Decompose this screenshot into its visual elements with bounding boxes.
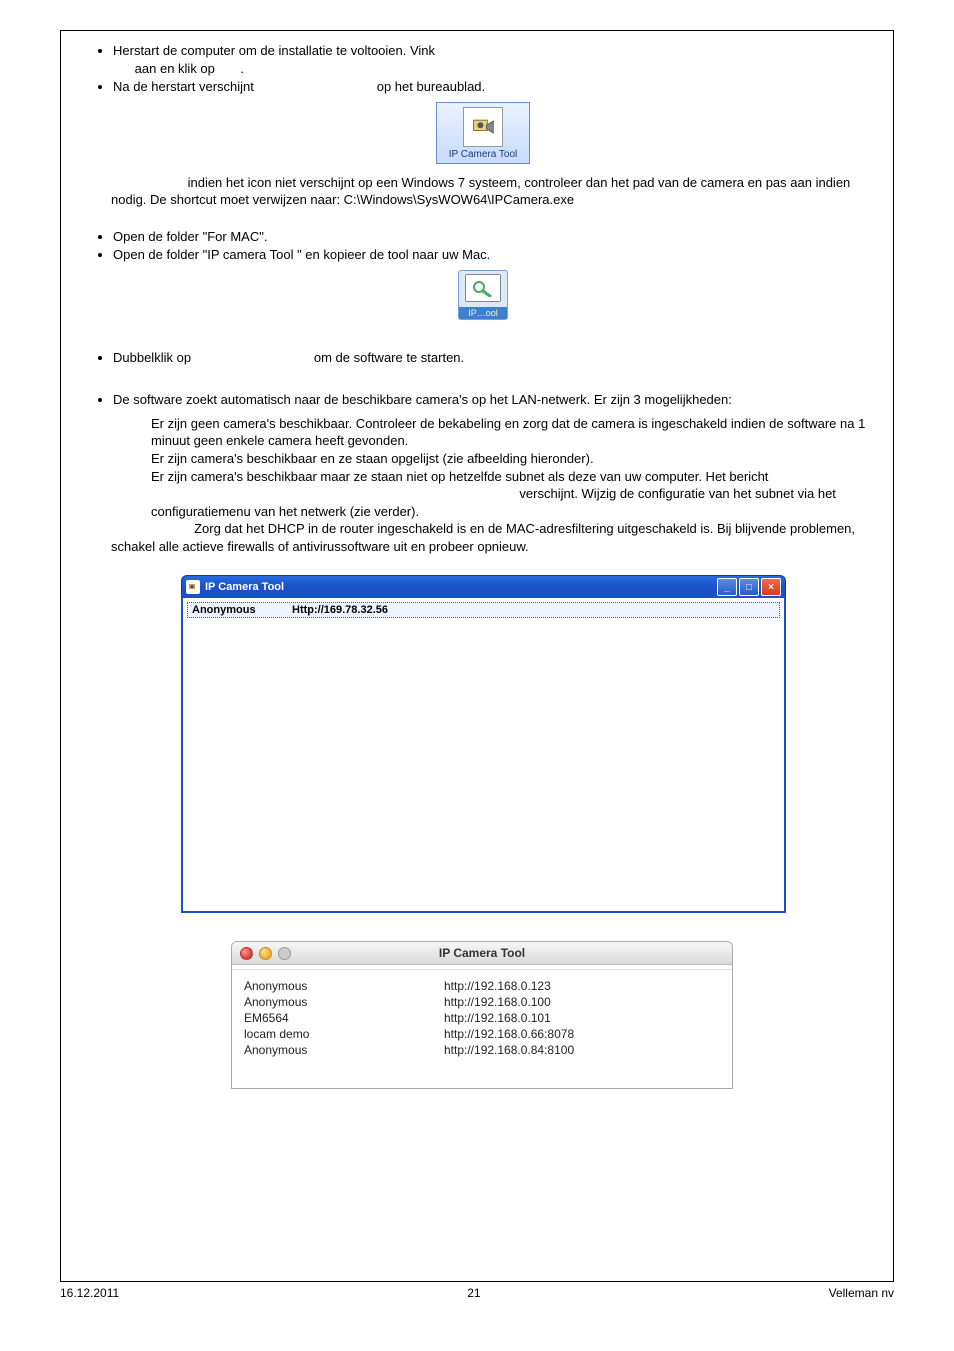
possibility-2: Er zijn camera's beschikbaar en ze staan… bbox=[151, 450, 875, 468]
bullet-open-mac-folder: Open de folder "For MAC". bbox=[113, 228, 875, 246]
xp-ip-camera-tool-window: IP Camera Tool _ □ × Anonymous Http://16… bbox=[181, 575, 786, 913]
xp-titlebar: IP Camera Tool _ □ × bbox=[181, 575, 786, 598]
text: om de software te starten. bbox=[314, 350, 464, 365]
mac-ip-camera-tool-window: IP Camera Tool Anonymoushttp://192.168.0… bbox=[231, 941, 733, 1089]
mac-body: Anonymoushttp://192.168.0.123 Anonymoush… bbox=[232, 970, 732, 1088]
camera-url: http://192.168.0.100 bbox=[444, 994, 574, 1010]
text: Herstart de computer om de installatie t… bbox=[113, 43, 435, 58]
camera-url: http://192.168.0.101 bbox=[444, 1010, 574, 1026]
possibilities: Er zijn geen camera's beschikbaar. Contr… bbox=[151, 415, 875, 520]
window-title: IP Camera Tool bbox=[205, 581, 717, 593]
app-icon bbox=[186, 580, 200, 594]
camera-url: http://192.168.0.66:8078 bbox=[444, 1026, 574, 1042]
win-desktop-icon: IP Camera Tool bbox=[91, 102, 875, 164]
window-title: IP Camera Tool bbox=[232, 946, 732, 960]
note-dhcp: Zorg dat het DHCP in de router ingeschak… bbox=[111, 520, 875, 555]
maximize-button[interactable]: □ bbox=[739, 578, 759, 596]
text: . bbox=[240, 61, 244, 76]
tool-icon bbox=[471, 279, 495, 297]
xp-body: Anonymous Http://169.78.32.56 bbox=[181, 598, 786, 913]
page-footer: 16.12.2011 21 Velleman nv bbox=[60, 1286, 894, 1300]
bullet-after-restart: Na de herstart verschijnt op het bureaub… bbox=[113, 78, 875, 96]
mac-desktop-icon: IP…ool bbox=[91, 270, 875, 320]
text: verschijnt. Wijzig de configuratie van h… bbox=[151, 486, 836, 519]
possibility-1: Er zijn geen camera's beschikbaar. Contr… bbox=[151, 415, 875, 450]
footer-page: 21 bbox=[119, 1286, 828, 1300]
camera-row[interactable]: Anonymoushttp://192.168.0.84:8100 bbox=[244, 1042, 574, 1058]
camera-name: Anonymous bbox=[244, 978, 444, 994]
camera-row[interactable]: Anonymoushttp://192.168.0.123 bbox=[244, 978, 574, 994]
camera-name: Anonymous bbox=[192, 604, 292, 616]
bullet-doubleclick: Dubbelklik op om de software te starten. bbox=[113, 349, 875, 367]
icon-label: IP…ool bbox=[459, 307, 507, 319]
text: Na de herstart verschijnt bbox=[113, 79, 254, 94]
page-frame: Herstart de computer om de installatie t… bbox=[60, 30, 894, 1282]
bullet-list-doubleclick: Dubbelklik op om de software te starten. bbox=[91, 349, 875, 367]
bullet-copy-tool: Open de folder "IP camera Tool " en kopi… bbox=[113, 246, 875, 264]
bullet-list-search: De software zoekt automatisch naar de be… bbox=[91, 391, 875, 409]
icon-label: IP Camera Tool bbox=[439, 149, 527, 160]
note-text: indien het icon niet verschijnt op een W… bbox=[111, 175, 850, 208]
camera-row[interactable]: Anonymoushttp://192.168.0.100 bbox=[244, 994, 574, 1010]
footer-company: Velleman nv bbox=[829, 1286, 894, 1300]
camera-row[interactable]: Anonymous Http://169.78.32.56 bbox=[187, 602, 780, 618]
minimize-button[interactable]: _ bbox=[717, 578, 737, 596]
bullet-list-1: Herstart de computer om de installatie t… bbox=[91, 42, 875, 96]
camera-name: Anonymous bbox=[244, 994, 444, 1010]
camera-name: locam demo bbox=[244, 1026, 444, 1042]
camera-url: Http://169.78.32.56 bbox=[292, 604, 775, 616]
camera-icon bbox=[469, 115, 497, 139]
text: Dubbelklik op bbox=[113, 350, 191, 365]
camera-url: http://192.168.0.123 bbox=[444, 978, 574, 994]
text: Er zijn camera's beschikbaar maar ze sta… bbox=[151, 469, 768, 484]
camera-name: EM6564 bbox=[244, 1010, 444, 1026]
note-win7: Opmerking: indien het icon niet verschij… bbox=[111, 174, 875, 209]
text: aan en klik op bbox=[135, 61, 215, 76]
mac-titlebar: IP Camera Tool bbox=[232, 942, 732, 965]
camera-url: http://192.168.0.84:8100 bbox=[444, 1042, 574, 1058]
possibility-3: Er zijn camera's beschikbaar maar ze sta… bbox=[151, 468, 875, 521]
bullet-restart: Herstart de computer om de installatie t… bbox=[113, 42, 875, 77]
bullet-list-mac: Open de folder "For MAC". Open de folder… bbox=[91, 228, 875, 264]
camera-row[interactable]: EM6564http://192.168.0.101 bbox=[244, 1010, 574, 1026]
camera-name: Anonymous bbox=[244, 1042, 444, 1058]
note-text: Zorg dat het DHCP in de router ingeschak… bbox=[111, 521, 855, 554]
text: op het bureaublad. bbox=[377, 79, 485, 94]
bullet-search: De software zoekt automatisch naar de be… bbox=[113, 391, 875, 409]
close-button[interactable]: × bbox=[761, 578, 781, 596]
camera-row[interactable]: locam demohttp://192.168.0.66:8078 bbox=[244, 1026, 574, 1042]
footer-date: 16.12.2011 bbox=[60, 1286, 119, 1300]
